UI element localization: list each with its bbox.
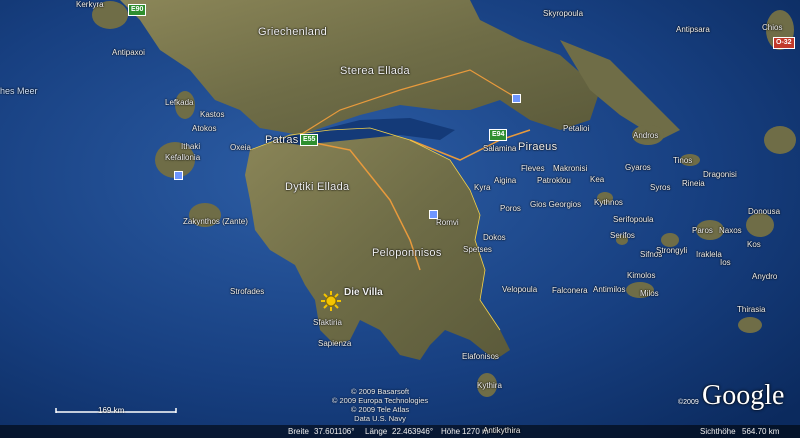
label-patras: Patras — [265, 134, 299, 146]
label-ios: Ios — [720, 258, 731, 267]
label-patroklou: Patroklou — [537, 176, 571, 185]
google-logo: Google — [702, 380, 785, 411]
label-oxeia: Oxeia — [230, 143, 251, 152]
label-makronisi: Makronisi — [553, 164, 588, 173]
label-petalioi: Petalioi — [563, 124, 590, 133]
label-dokos: Dokos — [483, 233, 506, 242]
label-tinos: Tinos — [673, 156, 693, 165]
label-aigina: Aigina — [494, 176, 517, 185]
label-antikythira: Antikythira — [483, 426, 521, 435]
label-salamina: Salamina — [483, 144, 517, 153]
status-breite-label: Breite — [288, 427, 309, 436]
label-donousa: Donousa — [748, 207, 781, 216]
label-fleves: Fleves — [521, 164, 545, 173]
label-paros: Paros — [692, 226, 713, 235]
label-kerkyra: Kerkyra — [76, 0, 104, 9]
label-lefkada: Lefkada — [165, 98, 194, 107]
label-falconera: Falconera — [552, 286, 588, 295]
label-griechenland: Griechenland — [258, 26, 328, 38]
credit-line: © 2009 Basarsoft — [350, 387, 410, 396]
label-peloponnisos: Peloponnisos — [372, 247, 442, 259]
scale-label: 169 km — [98, 406, 125, 415]
label-kimolos: Kimolos — [627, 271, 656, 280]
label-anydro: Anydro — [752, 272, 778, 281]
label-skyropoula: Skyropoula — [543, 9, 584, 18]
label-antimilos: Antimilos — [593, 285, 626, 294]
label-sapienza: Sapienza — [318, 339, 352, 348]
label-dragonisi: Dragonisi — [703, 170, 737, 179]
status-sicht-value: 564.70 km — [742, 427, 780, 436]
label-naxos: Naxos — [719, 226, 742, 235]
status-sicht-label: Sichthöhe — [700, 427, 736, 436]
label-iraklela: Iraklela — [696, 250, 722, 259]
label-romvi: Romvi — [436, 218, 459, 227]
label-zakynthos: Zakynthos (Zante) — [183, 217, 248, 226]
place-marker-romvi[interactable] — [429, 210, 438, 219]
logo-year: ©2009 — [678, 399, 699, 406]
road-shield-e94: E94 — [489, 129, 508, 141]
road-shield-e90: E90 — [128, 4, 147, 16]
status-laenge-value: 22.463946° — [392, 427, 434, 436]
status-laenge-label: Länge — [365, 427, 388, 436]
map-credits: © 2009 Basarsoft © 2009 Europa Technolog… — [330, 387, 430, 423]
label-antipaxoi: Antipaxoi — [112, 48, 145, 57]
label-milos: Milos — [640, 289, 659, 298]
credit-line: © 2009 Europa Technologies — [331, 396, 429, 405]
place-marker-kefallonia[interactable] — [174, 171, 183, 180]
label-sea: hes Meer — [0, 86, 38, 96]
label-kythnos: Kythnos — [594, 198, 623, 207]
status-bar: Breite 37.601106° Länge 22.463946° Höhe … — [0, 425, 800, 438]
label-serifopoula: Serifopoula — [613, 215, 654, 224]
label-strongyli: Strongyli — [656, 246, 688, 255]
label-kastos: Kastos — [200, 110, 225, 119]
label-syros: Syros — [650, 183, 671, 192]
label-gios-georgios: Gios Georgios — [530, 200, 582, 209]
label-kythira: Kythira — [477, 381, 502, 390]
label-sterea: Sterea Ellada — [340, 65, 410, 77]
satellite-map[interactable]: Griechenland Kerkyra Antipaxoi hes Meer … — [0, 0, 800, 438]
label-piraeus: Piraeus — [518, 141, 558, 153]
label-chios: Chios — [762, 23, 783, 32]
label-gyaros: Gyaros — [625, 163, 651, 172]
status-hoehe-label: Höhe — [441, 427, 461, 436]
label-kea: Kea — [590, 175, 605, 184]
label-atokos: Atokos — [192, 124, 217, 133]
label-dytiki: Dytiki Ellada — [285, 181, 350, 193]
road-shield-e55: E55 — [300, 134, 319, 146]
label-andros: Andros — [633, 131, 659, 140]
label-elafonisos: Elafonisos — [462, 352, 499, 361]
label-strofades: Strofades — [230, 287, 265, 296]
label-villa[interactable]: Die Villa — [344, 287, 383, 298]
credit-line: Data U.S. Navy — [354, 414, 406, 423]
label-rineia: Rineia — [682, 179, 705, 188]
label-thirasia: Thirasia — [737, 305, 766, 314]
label-serifos: Serifos — [610, 231, 635, 240]
label-kefallonia: Kefallonia — [165, 153, 201, 162]
road-shield-o32: O-32 — [773, 37, 795, 49]
label-antipsara: Antipsara — [676, 25, 710, 34]
status-breite-value: 37.601106° — [314, 427, 355, 436]
credit-line: © 2009 Tele Atlas — [350, 405, 410, 414]
label-spetses: Spetses — [463, 245, 492, 254]
label-poros: Poros — [500, 204, 521, 213]
label-kyra: Kyra — [474, 183, 491, 192]
label-kos: Kos — [747, 240, 761, 249]
label-velopoula: Velopoula — [502, 285, 538, 294]
place-marker-athens[interactable] — [512, 94, 521, 103]
villa-sun-icon[interactable] — [320, 290, 342, 312]
label-sfaktiria: Sfaktiria — [313, 318, 342, 327]
label-ithaki: Ithaki — [181, 142, 201, 151]
